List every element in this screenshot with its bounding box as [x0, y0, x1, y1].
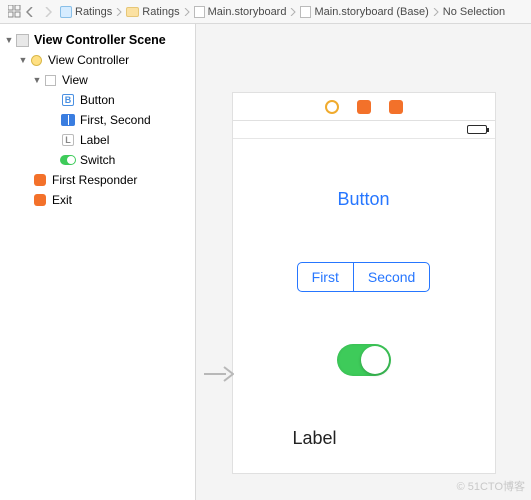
breadcrumb-item-base[interactable]: Main.storyboard (Base): [300, 6, 428, 18]
outline-row-exit[interactable]: Exit: [0, 190, 195, 210]
outline-row-switch[interactable]: Switch: [0, 150, 195, 170]
document-outline: ▼ View Controller Scene ▼ View Controlle…: [0, 24, 196, 500]
breadcrumb-item-storyboard[interactable]: Main.storyboard: [194, 6, 287, 18]
outline-row-button[interactable]: B Button: [0, 90, 195, 110]
chevron-right-icon: [184, 8, 190, 16]
canvas-label[interactable]: Label: [293, 428, 337, 449]
outline-label: First, Second: [80, 113, 151, 127]
initial-vc-arrow-icon[interactable]: [204, 364, 234, 389]
outline-row-scene[interactable]: ▼ View Controller Scene: [0, 30, 195, 50]
related-items-icon[interactable]: [6, 4, 22, 20]
nav-back-icon[interactable]: [22, 4, 38, 20]
outline-row-label[interactable]: L Label: [0, 130, 195, 150]
watermark: © 51CTO博客: [457, 478, 525, 494]
breadcrumb-bar: Ratings Ratings Main.storyboard Main.sto…: [0, 0, 531, 24]
scene-dock: [233, 93, 495, 121]
outline-label: First Responder: [52, 173, 137, 187]
breadcrumb-item-project[interactable]: Ratings: [60, 6, 112, 18]
outline-label: View Controller Scene: [34, 33, 166, 47]
segment-first[interactable]: First: [298, 263, 353, 291]
device-frame[interactable]: Button First Second Label: [232, 92, 496, 474]
viewcontroller-dock-icon[interactable]: [325, 100, 339, 114]
status-bar: [233, 121, 495, 139]
disclosure-triangle-icon[interactable]: ▼: [32, 75, 42, 85]
outline-label: View Controller: [48, 53, 129, 67]
switch-icon: [60, 155, 76, 165]
canvas-switch[interactable]: [337, 344, 391, 376]
outline-row-viewcontroller[interactable]: ▼ View Controller: [0, 50, 195, 70]
firstresponder-dock-icon[interactable]: [357, 100, 371, 114]
chevron-right-icon: [116, 8, 122, 16]
label-icon: L: [62, 134, 74, 146]
viewcontroller-icon: [31, 55, 42, 66]
chevron-right-icon: [433, 8, 439, 16]
folder-icon: [126, 7, 139, 17]
outline-label: Switch: [80, 153, 115, 167]
breadcrumb-item-folder[interactable]: Ratings: [126, 6, 179, 18]
segmented-icon: [61, 114, 75, 126]
firstresponder-icon: [34, 174, 46, 186]
nav-forward-icon[interactable]: [40, 4, 56, 20]
outline-label: View: [62, 73, 88, 87]
outline-row-firstresponder[interactable]: First Responder: [0, 170, 195, 190]
scene-icon: [16, 34, 29, 47]
outline-label: Exit: [52, 193, 72, 207]
chevron-right-icon: [290, 8, 296, 16]
button-icon: B: [62, 94, 74, 106]
battery-icon: [467, 125, 487, 134]
outline-row-view[interactable]: ▼ View: [0, 70, 195, 90]
storyboard-canvas[interactable]: Button First Second Label: [196, 24, 531, 500]
view-content: Button First Second Label: [233, 139, 495, 473]
storyboard-icon: [194, 6, 205, 18]
breadcrumb-item-noselection[interactable]: No Selection: [443, 6, 505, 18]
storyboard-icon: [300, 6, 311, 18]
disclosure-triangle-icon[interactable]: ▼: [4, 35, 14, 45]
exit-dock-icon[interactable]: [389, 100, 403, 114]
segment-second[interactable]: Second: [353, 263, 429, 291]
outline-label: Label: [80, 133, 109, 147]
disclosure-triangle-icon[interactable]: ▼: [18, 55, 28, 65]
outline-label: Button: [80, 93, 115, 107]
view-icon: [45, 75, 56, 86]
canvas-segmented-control[interactable]: First Second: [297, 262, 431, 292]
outline-row-segmented[interactable]: First, Second: [0, 110, 195, 130]
canvas-button[interactable]: Button: [337, 189, 389, 210]
exit-icon: [34, 194, 46, 206]
project-icon: [60, 6, 72, 18]
